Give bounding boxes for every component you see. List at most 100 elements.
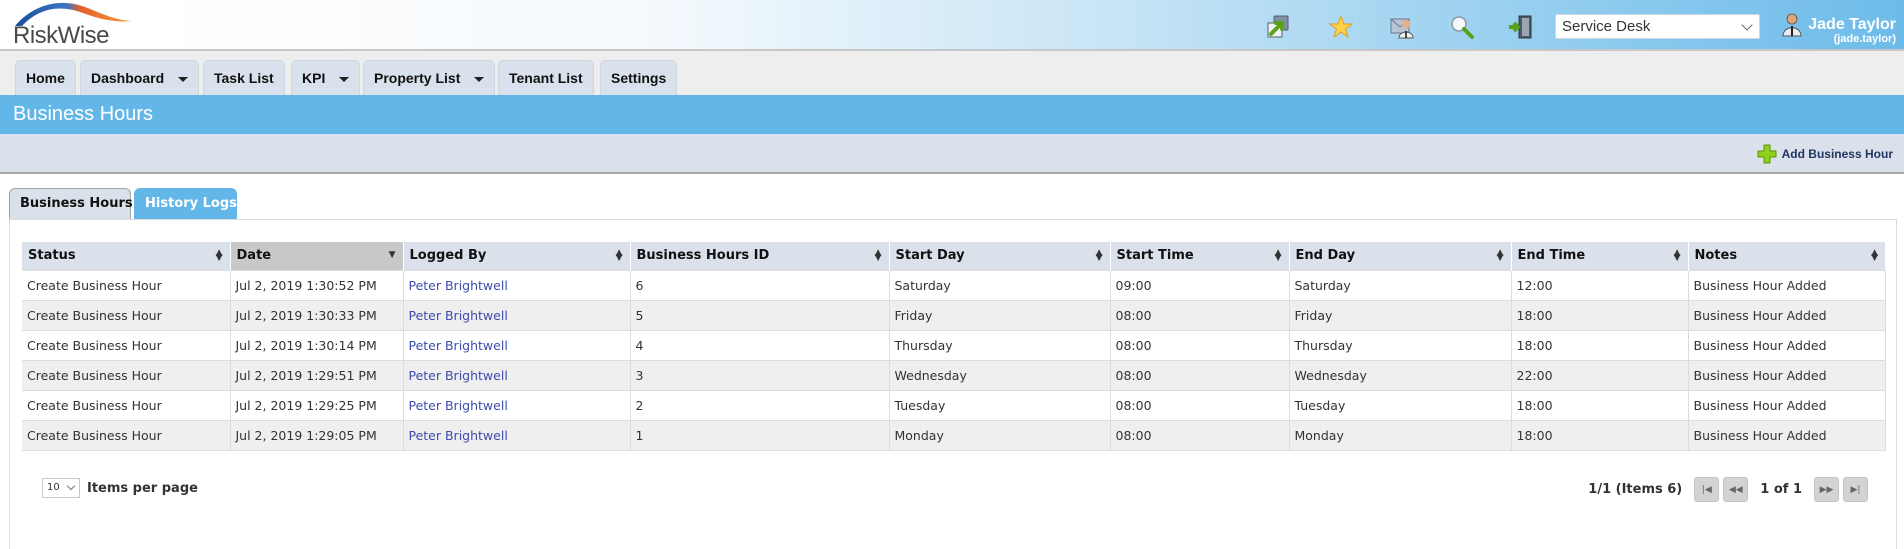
cell-notes: Business Hour Added	[1688, 269, 1886, 301]
logo-text: RiskWise	[13, 22, 110, 49]
next-page-icon: ▶▶	[1819, 484, 1834, 495]
col-business-hours-id[interactable]: Business Hours ID ▲ ▼	[630, 242, 890, 270]
sort-icon: ▲ ▼	[1496, 248, 1504, 263]
cell-logged-by: Peter Brightwell	[403, 269, 631, 301]
first-page-icon: |◀	[1701, 484, 1712, 495]
next-page-button[interactable]: ▶▶	[1814, 477, 1839, 502]
col-start-day[interactable]: Start Day ▲ ▼	[889, 242, 1111, 270]
col-date[interactable]: Date ▼	[230, 242, 404, 270]
cell-end-time: 22:00	[1511, 359, 1689, 391]
col-start-time-label: Start Time	[1116, 248, 1194, 264]
cell-start-day: Monday	[889, 419, 1111, 451]
cell-end-time: 18:00	[1511, 299, 1689, 331]
logged-by-link[interactable]: Peter Brightwell	[409, 398, 508, 413]
col-status-label: Status	[28, 248, 76, 264]
col-start-time[interactable]: Start Time ▲ ▼	[1110, 242, 1290, 270]
favorites-star-icon[interactable]	[1328, 14, 1354, 40]
cell-logged-by: Peter Brightwell	[403, 299, 631, 331]
items-per-page-select[interactable]: 10	[42, 478, 80, 498]
logged-by-link[interactable]: Peter Brightwell	[409, 278, 508, 293]
logged-by-link[interactable]: Peter Brightwell	[409, 368, 508, 383]
table-row[interactable]: Create Business Hour Jul 2, 2019 1:29:25 …	[22, 389, 1886, 421]
col-notes[interactable]: Notes ▲ ▼	[1688, 242, 1886, 270]
search-icon[interactable]	[1449, 14, 1475, 40]
switch-window-icon[interactable]	[1265, 14, 1291, 40]
col-business-hours-id-label: Business Hours ID	[636, 248, 770, 264]
logged-by-link[interactable]: Peter Brightwell	[409, 338, 508, 353]
cell-date: Jul 2, 2019 1:30:33 PM	[230, 299, 404, 331]
col-status[interactable]: Status ▲ ▼	[22, 242, 231, 270]
support-agent-icon[interactable]	[1389, 14, 1415, 40]
user-name[interactable]: Jade Taylor	[1808, 16, 1896, 34]
cell-logged-by: Peter Brightwell	[403, 419, 631, 451]
nav-kpi[interactable]: KPI	[291, 60, 361, 95]
plus-icon	[1757, 144, 1777, 164]
logged-by-link[interactable]: Peter Brightwell	[409, 428, 508, 443]
cell-notes: Business Hour Added	[1688, 389, 1886, 421]
cell-business-hours-id: 5	[630, 299, 890, 331]
cell-notes: Business Hour Added	[1688, 419, 1886, 451]
nav-task-list[interactable]: Task List	[203, 60, 285, 95]
logout-door-icon[interactable]	[1507, 14, 1533, 40]
nav-tenant-list[interactable]: Tenant List	[498, 60, 594, 95]
first-page-button[interactable]: |◀	[1694, 477, 1720, 502]
last-page-button[interactable]: ▶|	[1843, 477, 1868, 502]
chevron-down-icon	[66, 481, 76, 491]
nav-settings-label: Settings	[611, 70, 667, 86]
col-start-day-label: Start Day	[895, 248, 965, 264]
table-row[interactable]: Create Business Hour Jul 2, 2019 1:29:05 …	[22, 419, 1886, 451]
page-indicator: 1 of 1	[1760, 482, 1802, 497]
nav-home[interactable]: Home	[15, 60, 76, 95]
nav-task-list-label: Task List	[214, 70, 274, 86]
table-row[interactable]: Create Business Hour Jul 2, 2019 1:29:51 …	[22, 359, 1886, 391]
nav-dashboard[interactable]: Dashboard	[80, 60, 200, 95]
tab-business-hours[interactable]: Business Hours	[9, 188, 133, 220]
service-desk-select[interactable]: Service Desk	[1555, 14, 1760, 39]
nav-tenant-list-label: Tenant List	[509, 70, 583, 86]
tab-business-hours-label: Business Hours	[20, 196, 133, 211]
col-end-time-label: End Time	[1517, 248, 1586, 264]
items-per-page: 10 Items per page	[42, 478, 198, 498]
table-row[interactable]: Create Business Hour Jul 2, 2019 1:30:14 …	[22, 329, 1886, 361]
tab-history-logs[interactable]: History Logs	[134, 188, 237, 220]
main-nav: Home Dashboard Task List KPI Property Li…	[0, 51, 1904, 95]
nav-settings[interactable]: Settings	[600, 60, 678, 95]
pagination-summary: 1/1 (Items 6)	[1588, 482, 1683, 497]
cell-end-day: Thursday	[1289, 329, 1512, 361]
user-avatar-icon[interactable]	[1782, 13, 1802, 37]
cell-logged-by: Peter Brightwell	[403, 329, 631, 361]
col-date-label: Date	[236, 248, 272, 264]
cell-notes: Business Hour Added	[1688, 359, 1886, 391]
table-header-row: Status ▲ ▼ Date ▼ Logged By ▲ ▼ Business Hour…	[22, 242, 1886, 270]
cell-logged-by: Peter Brightwell	[403, 389, 631, 421]
prev-page-button[interactable]: ◀◀	[1723, 477, 1749, 502]
action-bar: Add Business Hour	[0, 134, 1904, 174]
logged-by-link[interactable]: Peter Brightwell	[409, 308, 508, 323]
sort-icon: ▲ ▼	[874, 248, 882, 263]
col-logged-by[interactable]: Logged By ▲ ▼	[403, 242, 631, 270]
chevron-down-icon	[1741, 19, 1753, 31]
cell-start-time: 09:00	[1110, 269, 1290, 301]
table-row[interactable]: Create Business Hour Jul 2, 2019 1:30:52 …	[22, 269, 1886, 301]
cell-business-hours-id: 4	[630, 329, 890, 361]
caret-down-icon	[178, 76, 189, 82]
cell-status: Create Business Hour	[22, 419, 231, 451]
cell-end-day: Saturday	[1289, 269, 1512, 301]
nav-home-label: Home	[26, 70, 65, 86]
col-notes-label: Notes	[1694, 248, 1738, 264]
table-row[interactable]: Create Business Hour Jul 2, 2019 1:30:33 …	[22, 299, 1886, 331]
nav-kpi-label: KPI	[302, 70, 326, 86]
caret-down-icon	[339, 76, 350, 82]
caret-down-icon	[474, 76, 485, 82]
col-end-time[interactable]: End Time ▲ ▼	[1511, 242, 1689, 270]
sort-icon: ▲ ▼	[215, 248, 223, 263]
sort-desc-icon: ▼	[388, 250, 396, 260]
add-business-hour-button[interactable]: Add Business Hour	[1757, 144, 1893, 164]
cell-start-day: Wednesday	[889, 359, 1111, 391]
cell-end-time: 18:00	[1511, 329, 1689, 361]
nav-property-list[interactable]: Property List	[363, 60, 496, 95]
items-per-page-value: 10	[47, 482, 60, 493]
cell-end-time: 18:00	[1511, 419, 1689, 451]
sort-icon: ▲ ▼	[1673, 248, 1681, 263]
col-end-day[interactable]: End Day ▲ ▼	[1289, 242, 1512, 270]
